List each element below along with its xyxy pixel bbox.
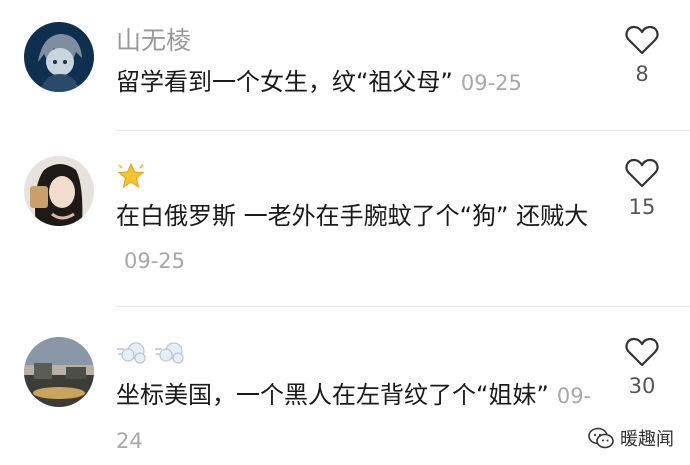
like-count: 8 (635, 62, 649, 86)
comment-text: 在白俄罗斯 一老外在手腕蚊了个“狗” 还贼大 09-25 (116, 194, 596, 283)
comment-item: 坐标美国，一个黑人在左背纹了个“姐妹” 09-24 30 (0, 307, 690, 465)
heart-icon (625, 337, 659, 367)
sunset-landscape-avatar-icon (24, 337, 94, 407)
anime-character-avatar-icon (24, 22, 94, 92)
wechat-icon (588, 427, 614, 449)
like-button[interactable]: 15 (622, 158, 662, 220)
heart-icon (625, 25, 659, 55)
avatar[interactable] (24, 156, 94, 226)
comment-date: 09-25 (124, 249, 186, 273)
comment-list: 山无棱 留学看到一个女生，纹“祖父母” 09-25 8 在白俄罗斯 一老外在手腕… (0, 0, 690, 465)
comment-date: 09-25 (460, 71, 522, 95)
comment-text: 留学看到一个女生，纹“祖父母” 09-25 (116, 60, 596, 105)
watermark: 暖趣闻 (588, 425, 674, 451)
like-count: 30 (628, 374, 656, 398)
dash-emoji-icon (155, 342, 184, 364)
heart-icon (625, 158, 659, 188)
dash-emoji-icon (117, 342, 146, 364)
username[interactable]: 山无棱 (116, 26, 191, 56)
comment-content: 留学看到一个女生，纹“祖父母” (116, 68, 453, 96)
comment-text: 坐标美国，一个黑人在左背纹了个“姐妹” 09-24 (116, 373, 596, 463)
like-count: 15 (628, 195, 656, 219)
username-emoji-row (116, 161, 146, 191)
star-emoji-icon (117, 162, 145, 189)
avatar[interactable] (24, 22, 94, 92)
like-button[interactable]: 8 (622, 25, 662, 87)
like-button[interactable]: 30 (622, 337, 662, 399)
watermark-text: 暖趣闻 (620, 429, 674, 450)
comment-item: 山无棱 留学看到一个女生，纹“祖父母” 09-25 8 (0, 0, 690, 130)
comment-content: 在白俄罗斯 一老外在手腕蚊了个“狗” 还贼大 (116, 202, 589, 230)
comment-item: 在白俄罗斯 一老外在手腕蚊了个“狗” 还贼大 09-25 15 (0, 131, 690, 306)
avatar[interactable] (24, 337, 94, 407)
girl-photo-avatar-icon (24, 156, 94, 226)
username-emoji-row (116, 337, 186, 367)
comment-content: 坐标美国，一个黑人在左背纹了个“姐妹” (116, 381, 549, 409)
